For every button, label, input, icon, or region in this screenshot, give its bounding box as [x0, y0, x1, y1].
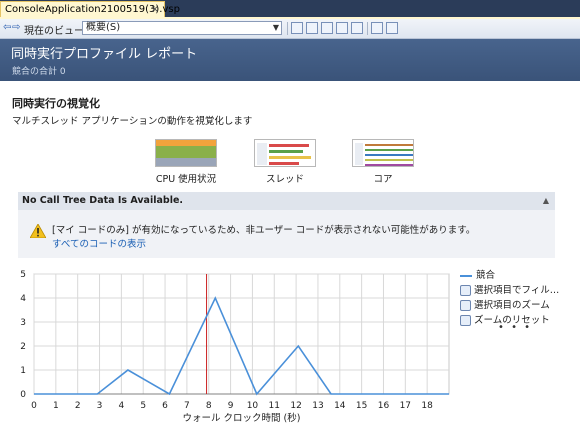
toolbar-separator [367, 22, 368, 35]
legend-item-contention: 競合 [460, 267, 495, 281]
save-report-icon[interactable] [291, 22, 303, 34]
section-title: 同時実行の視覚化 [12, 97, 100, 110]
x-tick-label: 4 [119, 401, 125, 411]
x-tick-label: 0 [31, 401, 37, 411]
report-header: 同時実行プロファイル レポート 競合の合計 0 [0, 39, 580, 81]
info-panel-header[interactable]: No Call Tree Data Is Available. ▲ [18, 192, 555, 210]
x-tick-label: 10 [247, 401, 259, 411]
reset-zoom-icon [460, 315, 471, 326]
x-tick-label: 15 [356, 401, 367, 411]
y-tick-label: 0 [20, 390, 26, 400]
threads-thumbnail [254, 139, 316, 167]
filter-icon[interactable] [336, 22, 348, 34]
legend-series-label: 競合 [476, 270, 496, 281]
contention-total: 競合の合計 0 [12, 67, 66, 77]
threads-label: スレッド [265, 174, 304, 185]
document-tab[interactable]: ConsoleApplication2100519(3).vsp × [0, 1, 180, 18]
current-view-select[interactable]: 概要(S) ▼ [82, 21, 282, 35]
marks-icon[interactable] [351, 22, 363, 34]
show-all-code-link[interactable]: すべてのコードの表示 [52, 236, 146, 250]
x-tick-label: 6 [162, 401, 168, 411]
x-tick-label: 18 [421, 401, 433, 411]
x-tick-label: 17 [400, 401, 411, 411]
plot-area [33, 273, 450, 395]
report-title: 同時実行プロファイル レポート [11, 47, 198, 62]
y-tick-label: 4 [20, 294, 26, 304]
back-arrow-icon[interactable]: ⇦ [3, 22, 11, 33]
info-panel-title: No Call Tree Data Is Available. [22, 195, 184, 206]
export-icon[interactable] [306, 22, 318, 34]
x-tick-label: 2 [75, 401, 81, 411]
filter-selection-icon [460, 285, 471, 296]
tools-icon[interactable] [386, 22, 398, 34]
cores-view-link[interactable]: コア [352, 139, 414, 185]
filter-to-selection-label: 選択項目でフィル… [474, 285, 560, 296]
threads-view-link[interactable]: スレッド [254, 139, 316, 185]
cpu-usage-label: CPU 使用状況 [155, 174, 217, 185]
filter-to-selection-button[interactable]: 選択項目でフィル… [460, 282, 559, 296]
y-tick-label: 2 [20, 342, 26, 352]
current-view-value: 概要(S) [86, 22, 121, 33]
cpu-usage-view-link[interactable]: CPU 使用状況 [155, 139, 217, 185]
report-toolbar: ⇦ ⇨ 現在のビュー: 概要(S) ▼ [0, 19, 580, 39]
cpu-usage-thumbnail [155, 139, 217, 167]
chevron-down-icon: ▼ [272, 23, 279, 32]
x-tick-label: 7 [184, 401, 190, 411]
current-view-label: 現在のビュー: [24, 26, 88, 37]
legend-line-swatch [460, 274, 472, 277]
y-tick-label: 5 [20, 270, 26, 280]
info-panel-body: [マイ コードのみ] が有効になっているため、非ユーザー コードが表示されない可… [18, 210, 555, 258]
compare-icon[interactable] [321, 22, 333, 34]
x-tick-label: 8 [206, 401, 212, 411]
y-tick-label: 1 [20, 366, 26, 376]
cores-label: コア [373, 174, 393, 185]
collapse-icon[interactable]: ▲ [543, 192, 549, 210]
section-description: マルチスレッド アプリケーションの動作を視覚化します [12, 116, 253, 127]
more-options-icon[interactable]: • • • [498, 322, 532, 333]
toolbar-separator [287, 22, 288, 35]
x-tick-label: 14 [334, 401, 346, 411]
x-tick-label: 16 [378, 401, 390, 411]
zoom-icon [460, 300, 471, 311]
x-tick-label: 9 [228, 401, 234, 411]
zoom-to-selection-button[interactable]: 選択項目のズーム [460, 297, 550, 311]
x-tick-label: 12 [290, 401, 301, 411]
x-tick-label: 3 [97, 401, 103, 411]
x-tick-label: 11 [269, 401, 280, 411]
y-tick-label: 3 [20, 318, 26, 328]
forward-arrow-icon[interactable]: ⇨ [12, 22, 20, 33]
x-tick-label: 1 [53, 401, 59, 411]
document-tab-strip: ConsoleApplication2100519(3).vsp × [0, 0, 580, 18]
just-my-code-warning: [マイ コードのみ] が有効になっているため、非ユーザー コードが表示されない可… [52, 225, 476, 236]
cores-thumbnail [352, 139, 414, 167]
x-axis-label: ウォール クロック時間 (秒) [183, 412, 301, 424]
zoom-to-selection-label: 選択項目のズーム [474, 300, 550, 311]
x-tick-label: 5 [140, 401, 146, 411]
warning-icon [30, 224, 46, 238]
x-tick-label: 13 [312, 401, 323, 411]
settings-icon[interactable] [371, 22, 383, 34]
close-tab-icon[interactable]: × [151, 2, 159, 17]
